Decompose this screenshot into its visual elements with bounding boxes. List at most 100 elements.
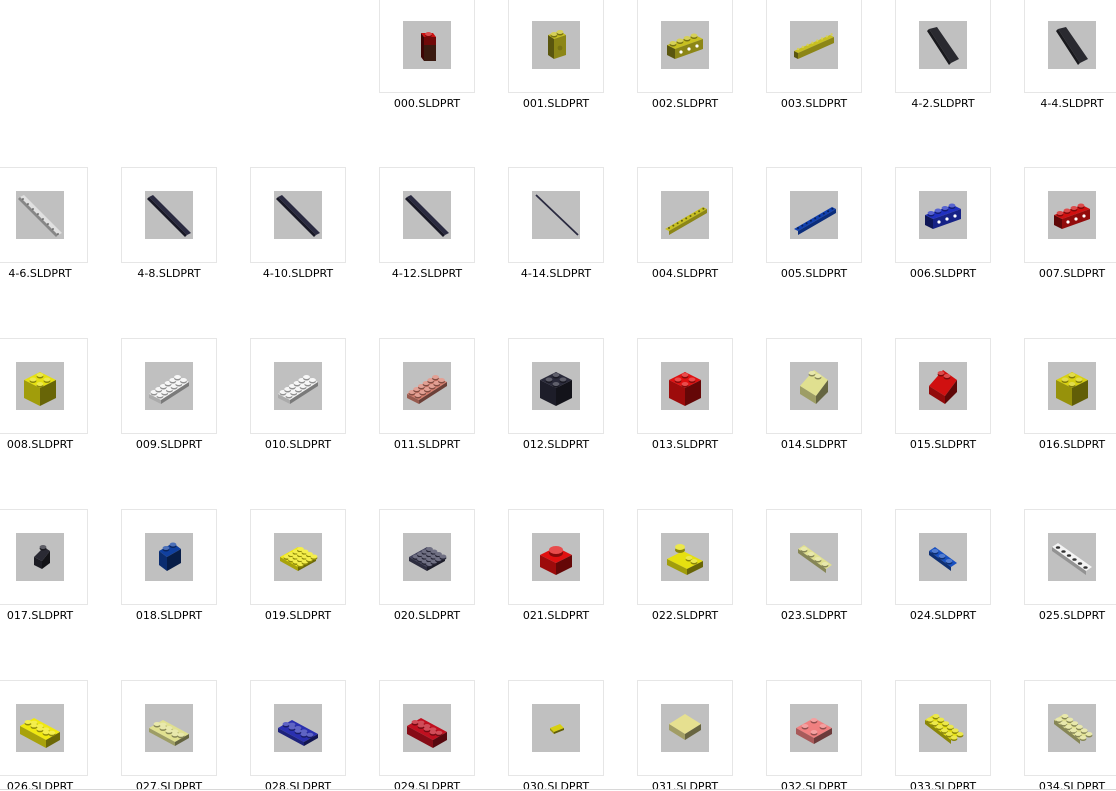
file-item-001[interactable]: 001.SLDPRT — [508, 0, 604, 125]
thumbnail-frame[interactable] — [250, 509, 346, 605]
file-name-label[interactable]: 019.SLDPRT — [240, 609, 356, 622]
file-item-018[interactable]: 018.SLDPRT — [121, 509, 217, 637]
file-item-009[interactable]: 009.SLDPRT — [121, 338, 217, 466]
thumbnail-frame[interactable] — [1024, 0, 1116, 93]
file-name-label[interactable]: 017.SLDPRT — [0, 609, 98, 622]
file-name-label[interactable]: 001.SLDPRT — [498, 97, 614, 110]
file-item-022[interactable]: 022.SLDPRT — [637, 509, 733, 637]
file-name-label[interactable]: 022.SLDPRT — [627, 609, 743, 622]
file-item-017[interactable]: 017.SLDPRT — [0, 509, 88, 637]
thumbnail-frame[interactable] — [766, 509, 862, 605]
thumbnail-frame[interactable] — [508, 167, 604, 263]
file-item-028[interactable]: 028.SLDPRT — [250, 680, 346, 791]
file-item-015[interactable]: 015.SLDPRT — [895, 338, 991, 466]
thumbnail-frame[interactable] — [637, 338, 733, 434]
thumbnail-frame[interactable] — [895, 509, 991, 605]
file-item-014[interactable]: 014.SLDPRT — [766, 338, 862, 466]
file-name-label[interactable]: 016.SLDPRT — [1014, 438, 1116, 451]
thumbnail-frame[interactable] — [0, 509, 88, 605]
file-name-label[interactable]: 4-6.SLDPRT — [0, 267, 98, 280]
file-item-031[interactable]: 031.SLDPRT — [637, 680, 733, 791]
thumbnail-frame[interactable] — [250, 338, 346, 434]
file-name-label[interactable]: 005.SLDPRT — [756, 267, 872, 280]
thumbnail-frame[interactable] — [0, 167, 88, 263]
file-name-label[interactable]: 003.SLDPRT — [756, 97, 872, 110]
file-name-label[interactable]: 008.SLDPRT — [0, 438, 98, 451]
file-item-006[interactable]: 006.SLDPRT — [895, 167, 991, 295]
thumbnail-frame[interactable] — [250, 167, 346, 263]
thumbnail-frame[interactable] — [379, 338, 475, 434]
thumbnail-frame[interactable] — [379, 167, 475, 263]
file-item-002[interactable]: 002.SLDPRT — [637, 0, 733, 125]
file-name-label[interactable]: 4-14.SLDPRT — [498, 267, 614, 280]
file-name-label[interactable]: 4-4.SLDPRT — [1014, 97, 1116, 110]
file-item-4-12[interactable]: 4-12.SLDPRT — [379, 167, 475, 295]
file-item-4-10[interactable]: 4-10.SLDPRT — [250, 167, 346, 295]
file-name-label[interactable]: 021.SLDPRT — [498, 609, 614, 622]
file-name-label[interactable]: 012.SLDPRT — [498, 438, 614, 451]
thumbnail-frame[interactable] — [0, 338, 88, 434]
thumbnail-frame[interactable] — [895, 338, 991, 434]
file-name-label[interactable]: 010.SLDPRT — [240, 438, 356, 451]
file-item-013[interactable]: 013.SLDPRT — [637, 338, 733, 466]
thumbnail-frame[interactable] — [121, 509, 217, 605]
file-name-label[interactable]: 020.SLDPRT — [369, 609, 485, 622]
file-name-label[interactable]: 023.SLDPRT — [756, 609, 872, 622]
file-name-label[interactable]: 000.SLDPRT — [369, 97, 485, 110]
thumbnail-frame[interactable] — [1024, 338, 1116, 434]
thumbnail-frame[interactable] — [637, 680, 733, 776]
file-item-034[interactable]: 034.SLDPRT — [1024, 680, 1116, 791]
thumbnail-frame[interactable] — [895, 167, 991, 263]
file-item-021[interactable]: 021.SLDPRT — [508, 509, 604, 637]
file-name-label[interactable]: 018.SLDPRT — [111, 609, 227, 622]
file-name-label[interactable]: 025.SLDPRT — [1014, 609, 1116, 622]
file-item-4-2[interactable]: 4-2.SLDPRT — [895, 0, 991, 125]
thumbnail-frame[interactable] — [895, 680, 991, 776]
thumbnail-frame[interactable] — [121, 338, 217, 434]
file-item-010[interactable]: 010.SLDPRT — [250, 338, 346, 466]
file-item-023[interactable]: 023.SLDPRT — [766, 509, 862, 637]
file-item-030[interactable]: 030.SLDPRT — [508, 680, 604, 791]
thumbnail-frame[interactable] — [379, 680, 475, 776]
thumbnail-frame[interactable] — [637, 509, 733, 605]
thumbnail-frame[interactable] — [508, 0, 604, 93]
file-item-025[interactable]: 025.SLDPRT — [1024, 509, 1116, 637]
file-item-029[interactable]: 029.SLDPRT — [379, 680, 475, 791]
thumbnail-frame[interactable] — [637, 0, 733, 93]
file-item-003[interactable]: 003.SLDPRT — [766, 0, 862, 125]
file-name-label[interactable]: 002.SLDPRT — [627, 97, 743, 110]
file-item-019[interactable]: 019.SLDPRT — [250, 509, 346, 637]
file-item-011[interactable]: 011.SLDPRT — [379, 338, 475, 466]
file-item-4-4[interactable]: 4-4.SLDPRT — [1024, 0, 1116, 125]
thumbnail-frame[interactable] — [250, 680, 346, 776]
file-item-027[interactable]: 027.SLDPRT — [121, 680, 217, 791]
file-name-label[interactable]: 007.SLDPRT — [1014, 267, 1116, 280]
thumbnail-frame[interactable] — [895, 0, 991, 93]
thumbnail-frame[interactable] — [508, 338, 604, 434]
file-name-label[interactable]: 009.SLDPRT — [111, 438, 227, 451]
file-item-016[interactable]: 016.SLDPRT — [1024, 338, 1116, 466]
thumbnail-frame[interactable] — [379, 509, 475, 605]
file-item-020[interactable]: 020.SLDPRT — [379, 509, 475, 637]
file-item-007[interactable]: 007.SLDPRT — [1024, 167, 1116, 295]
thumbnail-frame[interactable] — [1024, 167, 1116, 263]
thumbnail-frame[interactable] — [766, 338, 862, 434]
file-item-032[interactable]: 032.SLDPRT — [766, 680, 862, 791]
file-item-005[interactable]: 005.SLDPRT — [766, 167, 862, 295]
file-name-label[interactable]: 4-12.SLDPRT — [369, 267, 485, 280]
file-item-000[interactable]: 000.SLDPRT — [379, 0, 475, 125]
thumbnail-frame[interactable] — [766, 167, 862, 263]
thumbnail-frame[interactable] — [121, 680, 217, 776]
thumbnail-frame[interactable] — [121, 167, 217, 263]
file-item-4-6[interactable]: 4-6.SLDPRT — [0, 167, 88, 295]
file-item-033[interactable]: 033.SLDPRT — [895, 680, 991, 791]
file-name-label[interactable]: 015.SLDPRT — [885, 438, 1001, 451]
thumbnail-frame[interactable] — [637, 167, 733, 263]
file-item-008[interactable]: 008.SLDPRT — [0, 338, 88, 466]
thumbnail-frame[interactable] — [1024, 680, 1116, 776]
file-item-4-8[interactable]: 4-8.SLDPRT — [121, 167, 217, 295]
thumbnail-frame[interactable] — [766, 680, 862, 776]
thumbnail-frame[interactable] — [508, 680, 604, 776]
file-name-label[interactable]: 4-10.SLDPRT — [240, 267, 356, 280]
file-name-label[interactable]: 004.SLDPRT — [627, 267, 743, 280]
